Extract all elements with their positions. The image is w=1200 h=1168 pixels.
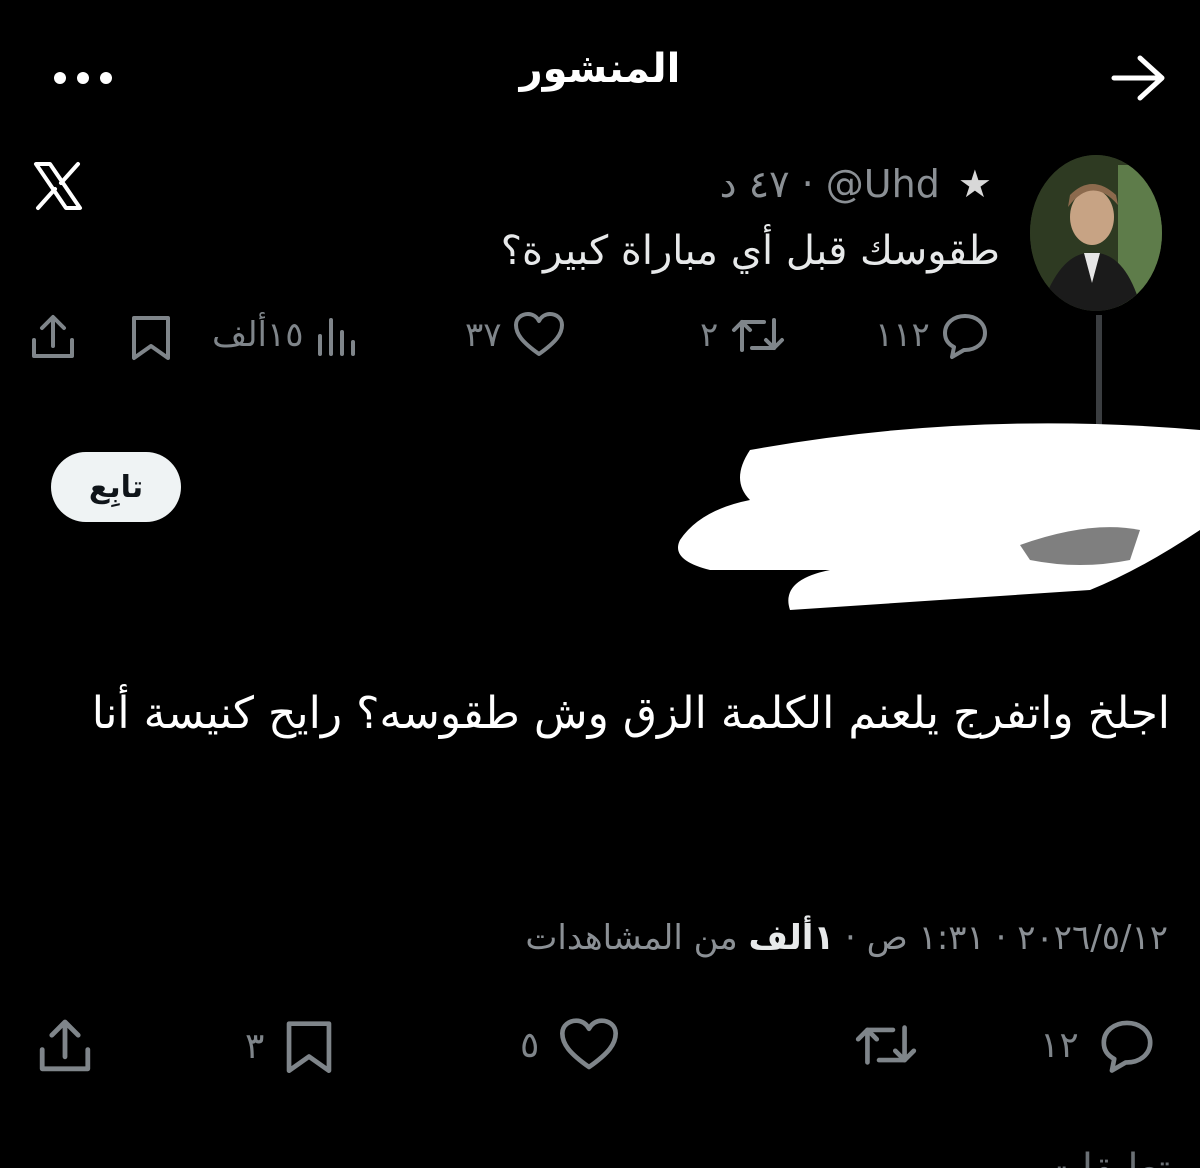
x-logo-icon <box>30 158 86 214</box>
thread-line <box>1096 315 1102 427</box>
like-icon <box>560 1018 619 1070</box>
like-button[interactable]: ٥ <box>520 1016 621 1074</box>
like-count: ٣٧ <box>465 315 502 355</box>
like-count: ٥ <box>520 1024 540 1066</box>
post-time: ٤٧ د <box>719 162 790 206</box>
post-date: ٢٠٢٦/٥/١٢ <box>1017 918 1168 958</box>
repost-icon <box>732 318 785 352</box>
quoted-reply-button[interactable]: ١١٢ <box>875 310 990 360</box>
meta-separator: · <box>801 162 814 206</box>
bookmark-button[interactable]: ٣ <box>245 1016 336 1076</box>
post-time-of-day: ١:٣١ ص <box>866 918 985 958</box>
post-views-suffix: من المشاهدات <box>525 918 738 958</box>
repost-button[interactable] <box>832 1016 922 1074</box>
post-views-count: ١ألف <box>748 918 835 958</box>
share-icon <box>39 1019 91 1072</box>
follow-button[interactable]: تابِع <box>51 452 181 522</box>
reply-icon <box>942 314 987 359</box>
comments-label-partial: تعليقات <box>1044 1146 1170 1168</box>
more-options-button[interactable] <box>48 58 118 98</box>
views-icon <box>317 318 355 356</box>
reply-count: ١٢ <box>1040 1024 1079 1066</box>
bookmark-count: ٣ <box>245 1025 265 1067</box>
star-icon: ★ <box>957 162 992 206</box>
share-icon <box>32 315 74 358</box>
redacted-author-info <box>670 420 1200 630</box>
post-timestamp: ٢٠٢٦/٥/١٢ · ١:٣١ ص · ١ألف من المشاهدات <box>525 918 1168 958</box>
main-post-text: اجلخ واتفرج يلعنم الكلمة الزق وش طقوسه؟ … <box>91 688 1170 739</box>
more-icon <box>54 72 112 84</box>
quoted-like-button[interactable]: ٣٧ <box>465 310 566 360</box>
quoted-post-text: طقوسك قبل أي مباراة كبيرة؟ <box>500 228 1000 274</box>
views-count: ١٥ألف <box>212 315 304 355</box>
reply-button[interactable]: ١٢ <box>1040 1016 1157 1074</box>
share-button[interactable] <box>35 1016 95 1076</box>
quoted-views-button[interactable]: ١٥ألف <box>212 310 360 360</box>
quoted-share-button[interactable] <box>28 312 78 362</box>
page-title: المنشور <box>519 46 681 92</box>
repost-icon <box>855 1025 917 1065</box>
back-button[interactable] <box>1106 50 1170 106</box>
reply-icon <box>1101 1020 1153 1073</box>
post-screen: المنشور ★ @Uhd · ٤٧ د طقوسك قبل أي مبارا… <box>0 0 1200 1168</box>
quoted-post-meta: ★ @Uhd · ٤٧ د <box>720 162 992 206</box>
author-handle[interactable]: @Uhd <box>826 162 940 206</box>
bookmark-icon <box>287 1021 332 1073</box>
back-arrow-icon <box>1111 55 1165 101</box>
reply-count: ١١٢ <box>875 315 930 355</box>
author-avatar[interactable] <box>1030 155 1162 311</box>
quoted-bookmark-button[interactable] <box>128 312 174 362</box>
like-icon <box>513 312 564 356</box>
quoted-repost-button[interactable]: ٢ <box>700 310 788 360</box>
bookmark-icon <box>132 316 170 360</box>
repost-count: ٢ <box>700 315 719 355</box>
